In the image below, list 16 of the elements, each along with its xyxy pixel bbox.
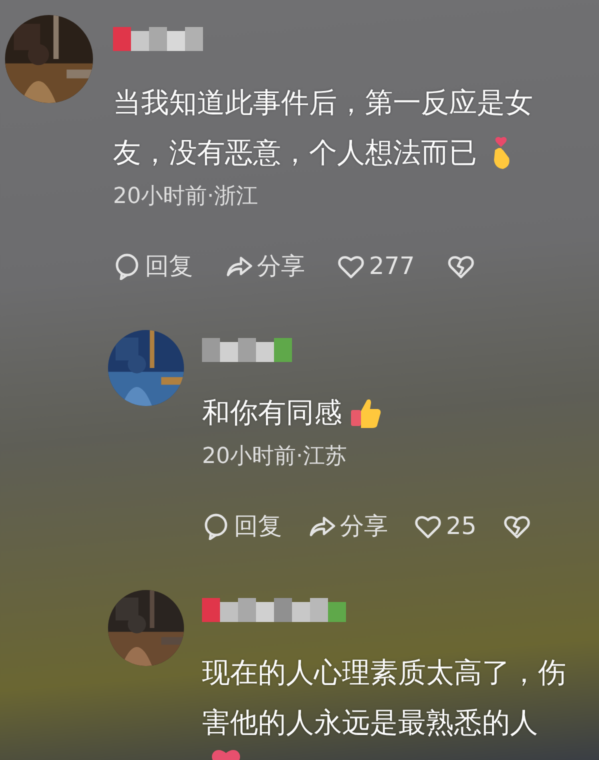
time-location: 20小时前·浙江 — [113, 183, 258, 211]
reply-button[interactable]: 回复 — [202, 508, 282, 544]
comment-text: 和你有同感 — [202, 395, 342, 431]
comment-text: 当我知道此事件后，第一反应是女 — [113, 85, 533, 121]
comment-text: 友，没有恶意，个人想法而已 — [113, 135, 477, 171]
like-button[interactable]: 277 — [337, 248, 415, 284]
comment-text: 现在的人心理素质太高了，伤 — [202, 655, 566, 691]
comment-bubble-icon — [113, 252, 141, 280]
share-button[interactable]: 分享 — [225, 248, 305, 284]
heart-emoji-icon — [210, 748, 242, 760]
like-button[interactable]: 25 — [414, 508, 477, 544]
share-button[interactable]: 分享 — [308, 508, 388, 544]
comment-bubble-icon — [202, 512, 230, 540]
reply-button[interactable]: 回复 — [113, 248, 193, 284]
time-location: 20小时前·江苏 — [202, 443, 347, 471]
comment-text: 害他的人永远是最熟悉的人 — [202, 705, 538, 741]
